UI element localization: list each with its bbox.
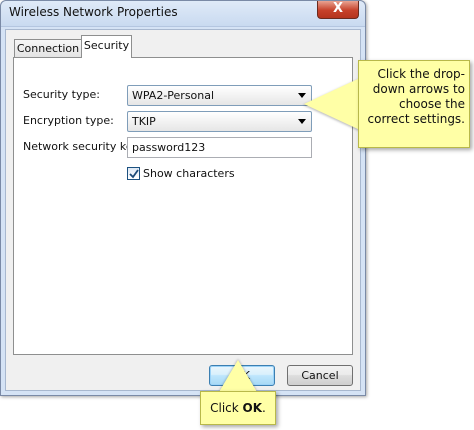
tab-security[interactable]: Security — [81, 35, 132, 58]
checkmark-icon — [129, 169, 139, 179]
ok-hint-callout: Click OK. — [200, 391, 276, 425]
security-type-dropdown[interactable]: WPA2-Personal — [127, 85, 312, 106]
encryption-type-value: TKIP — [132, 115, 156, 128]
close-button[interactable]: X — [317, 1, 359, 19]
callout-pointer-arrow — [219, 360, 257, 392]
ok-hint-prefix: Click — [210, 401, 243, 415]
ok-hint-bold: OK — [242, 401, 263, 415]
tab-connection[interactable]: Connection — [14, 39, 82, 57]
callout-pointer-arrow — [304, 78, 360, 130]
cancel-button[interactable]: Cancel — [287, 365, 353, 386]
screenshot-stage: Wireless Network Properties X Connection… — [0, 0, 474, 430]
encryption-type-dropdown[interactable]: TKIP — [127, 111, 312, 132]
dropdown-hint-callout: Click the drop-down arrows to choose the… — [358, 60, 470, 148]
network-security-key-field[interactable]: password123 — [127, 137, 312, 158]
wireless-network-properties-dialog: Wireless Network Properties X Connection… — [0, 0, 366, 396]
dropdown-hint-text: Click the drop-down arrows to choose the… — [367, 67, 466, 126]
window-title: Wireless Network Properties — [9, 5, 178, 19]
network-security-key-label: Network security key — [23, 140, 140, 153]
security-type-label: Security type: — [23, 88, 100, 101]
show-characters-label: Show characters — [143, 167, 235, 180]
show-characters-checkbox[interactable] — [127, 167, 140, 180]
encryption-type-label: Encryption type: — [23, 114, 114, 127]
security-type-value: WPA2-Personal — [132, 89, 215, 102]
ok-hint-suffix: . — [262, 401, 266, 415]
title-bar: Wireless Network Properties X — [1, 1, 365, 27]
